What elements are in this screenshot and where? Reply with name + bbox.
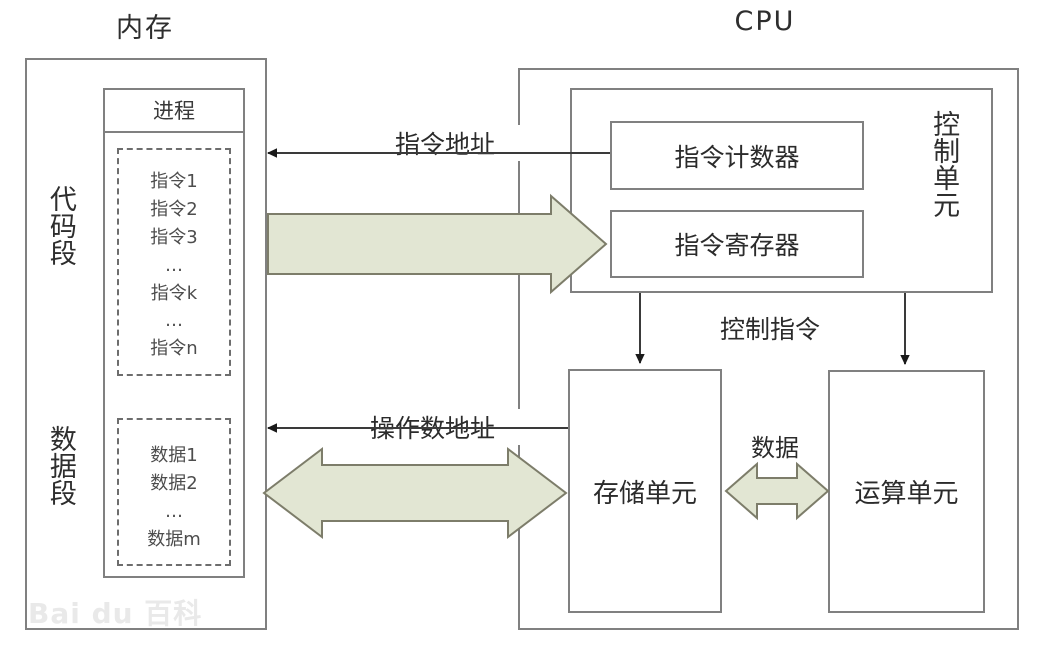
storage-unit-box: 存储单元 — [568, 369, 722, 613]
code-segment-region: 指令1 指令2 指令3 … 指令k … 指令n — [117, 148, 231, 376]
list-item: … — [165, 500, 183, 522]
list-item: … — [165, 254, 183, 276]
storage-unit-label: 存储单元 — [592, 478, 697, 509]
list-item: 指令2 — [150, 198, 198, 220]
instruction-register-box: 指令寄存器 — [610, 210, 864, 278]
list-item: 指令1 — [150, 171, 198, 192]
arithmetic-unit-label: 运算单元 — [854, 479, 959, 509]
control-unit-text: 控制单元 — [928, 110, 960, 218]
data-arrow-label: 数据 — [394, 483, 445, 512]
baidu-watermark: Bai du 百科 — [28, 597, 203, 630]
instruction-address-label: 指令地址 — [360, 125, 530, 161]
memory-title: 内存 — [116, 13, 174, 44]
inner-data-label: 数据 — [751, 434, 799, 462]
cpu-title: CPU — [734, 6, 796, 37]
instruction-counter-label: 指令计数器 — [674, 142, 800, 172]
data-segment-text: 数据段 — [44, 425, 76, 506]
control-unit-label: 控制单元 — [913, 110, 973, 226]
arithmetic-unit-box: 运算单元 — [828, 370, 985, 613]
list-item: 数据m — [147, 528, 201, 550]
list-item: 指令n — [150, 338, 198, 360]
data-segment-label: 数据段 — [38, 425, 82, 514]
code-segment-label: 代码段 — [38, 185, 82, 274]
control-instruction-label: 控制指令 — [719, 315, 820, 344]
instruction-register-label: 指令寄存器 — [674, 231, 800, 260]
list-item: 数据2 — [150, 472, 198, 494]
operand-address-label: 操作数地址 — [325, 409, 540, 445]
instruction-label: 指令 — [409, 230, 460, 259]
list-item: 指令k — [150, 282, 198, 304]
list-item: 指令3 — [150, 226, 198, 248]
process-label: 进程 — [153, 98, 195, 123]
code-instruction-list: 指令1 指令2 指令3 … 指令k … 指令n — [119, 168, 229, 363]
list-item: 数据1 — [150, 445, 198, 466]
process-header: 进程 — [103, 88, 245, 133]
data-item-list: 数据1 数据2 … 数据m — [119, 442, 229, 554]
code-segment-text: 代码段 — [44, 185, 76, 266]
instruction-counter-box: 指令计数器 — [610, 121, 864, 190]
data-segment-region: 数据1 数据2 … 数据m — [117, 418, 231, 566]
list-item: … — [165, 310, 183, 332]
